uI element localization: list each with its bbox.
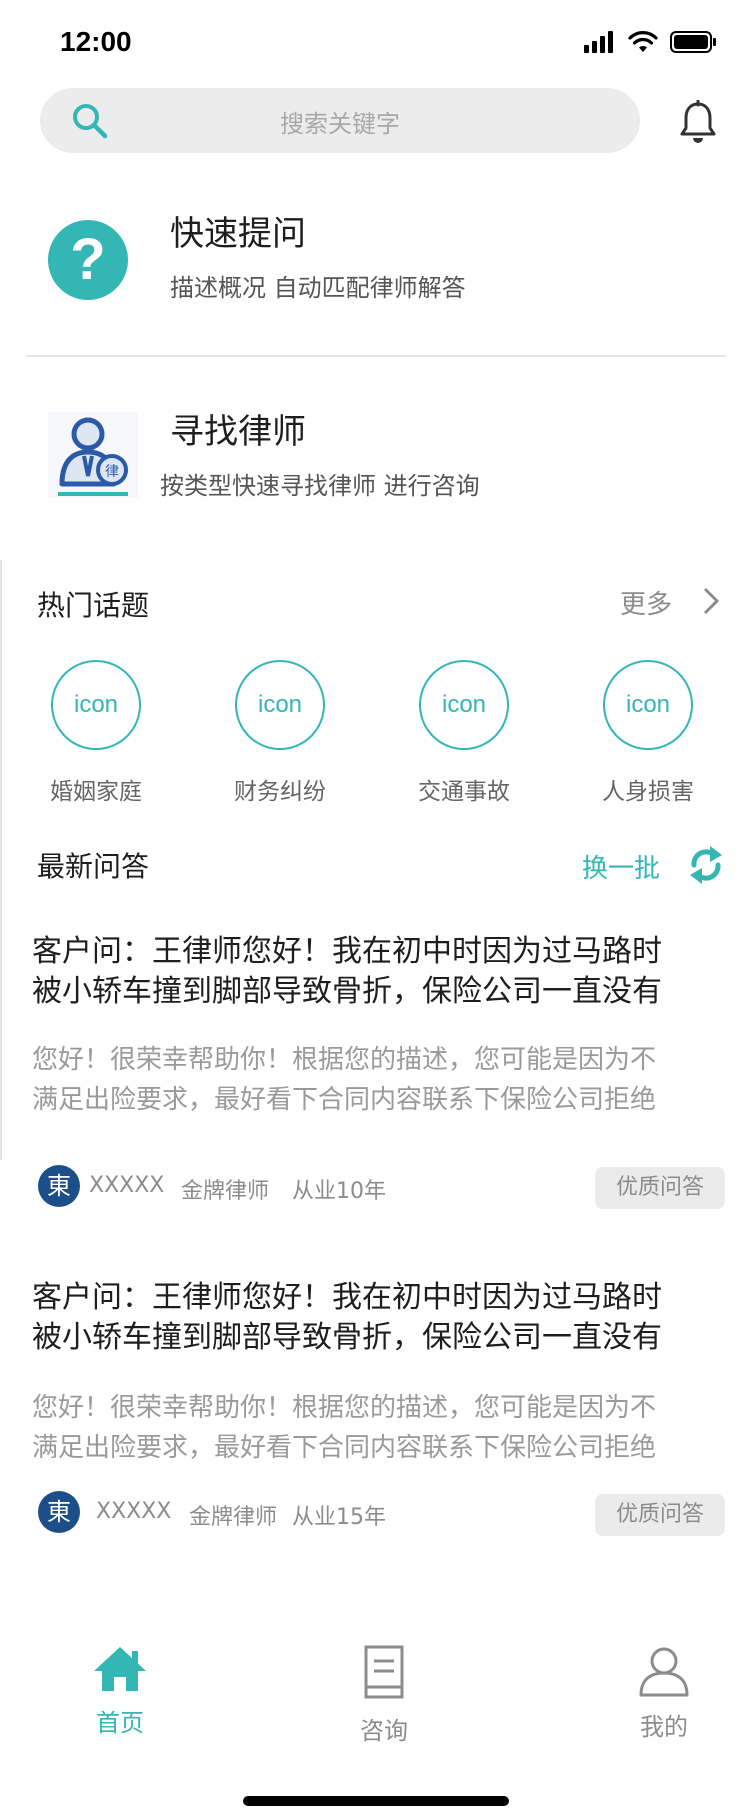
topic-item[interactable]: icon 婚姻家庭 <box>36 660 156 810</box>
qa-question-line: 被小轿车撞到脚部导致骨折，保险公司一直没有 <box>32 974 662 1009</box>
svg-text:律: 律 <box>105 464 119 480</box>
avatar[interactable]: 東 <box>38 1165 80 1207</box>
quick-ask-subtitle: 描述概况 自动匹配律师解答 <box>170 274 466 302</box>
qa-answer-line: 您好！很荣幸帮助你！根据您的描述，您可能是因为不 <box>32 1393 657 1423</box>
wifi-icon <box>628 31 658 52</box>
tab-consult[interactable]: 咨询 <box>324 1645 444 1755</box>
status-badge: 优质问答 <box>595 1167 725 1209</box>
topic-label: 人身损害 <box>602 779 694 805</box>
lawyer-icon[interactable]: 律 <box>48 412 138 498</box>
qa-answer-line: 满足出险要求，最好看下合同内容联系下保险公司拒绝 <box>32 1085 657 1115</box>
qa-question-line: 客户问：王律师您好！我在初中时因为过马路时 <box>32 934 662 969</box>
lawyer-experience: 从业15年 <box>292 1505 386 1530</box>
lawyer-name: XXXXX <box>96 1499 172 1524</box>
tab-mine[interactable]: 我的 <box>604 1645 724 1755</box>
qa-answer: 您好！很荣幸帮助你！根据您的描述，您可能是因为不 满足出险要求，最好看下合同内容… <box>32 1040 718 1120</box>
home-icon <box>94 1647 146 1691</box>
topic-icon[interactable]: icon <box>419 660 509 750</box>
search-placeholder: 搜索关键字 <box>280 110 400 138</box>
qa-question-line: 客户问：王律师您好！我在初中时因为过马路时 <box>32 1280 662 1315</box>
divider <box>26 355 726 357</box>
topic-label: 交通事故 <box>418 779 510 805</box>
topic-item[interactable]: icon 财务纠纷 <box>220 660 340 810</box>
chevron-right-icon[interactable] <box>700 586 722 616</box>
topic-icon[interactable]: icon <box>235 660 325 750</box>
refresh-button[interactable]: 换一批 <box>582 848 660 885</box>
qa-answer-line: 满足出险要求，最好看下合同内容联系下保险公司拒绝 <box>32 1433 657 1463</box>
question-icon[interactable]: ? <box>48 220 128 300</box>
qa-question[interactable]: 客户问：王律师您好！我在初中时因为过马路时 被小轿车撞到脚部导致骨折，保险公司一… <box>32 1278 718 1358</box>
status-icons <box>584 30 716 54</box>
qa-question-line: 被小轿车撞到脚部导致骨折，保险公司一直没有 <box>32 1320 662 1355</box>
lawyer-title: 金牌律师 <box>181 1179 270 1204</box>
avatar[interactable]: 東 <box>38 1491 80 1533</box>
home-indicator[interactable] <box>243 1796 509 1806</box>
tab-label: 我的 <box>640 1713 688 1741</box>
user-icon <box>639 1647 689 1697</box>
status-badge: 优质问答 <box>595 1494 725 1536</box>
bell-icon[interactable] <box>678 100 718 144</box>
quick-ask-title[interactable]: 快速提问 <box>170 206 306 255</box>
lawyer-title: 金牌律师 <box>189 1505 278 1530</box>
topic-item[interactable]: icon 交通事故 <box>404 660 524 810</box>
lawyer-name: XXXXX <box>89 1173 165 1198</box>
refresh-icon[interactable] <box>686 843 726 887</box>
qa-answer: 您好！很荣幸帮助你！根据您的描述，您可能是因为不 满足出险要求，最好看下合同内容… <box>32 1388 718 1468</box>
lawyer-experience: 从业10年 <box>292 1179 386 1204</box>
qa-question[interactable]: 客户问：王律师您好！我在初中时因为过马路时 被小轿车撞到脚部导致骨折，保险公司一… <box>32 932 718 1012</box>
find-lawyer-title[interactable]: 寻找律师 <box>170 404 306 453</box>
topic-item[interactable]: icon 人身损害 <box>588 660 708 810</box>
topic-icon[interactable]: icon <box>51 660 141 750</box>
battery-icon <box>670 31 716 53</box>
signal-icon <box>584 31 613 53</box>
topic-label: 财务纠纷 <box>234 779 326 805</box>
document-icon <box>364 1645 404 1699</box>
topic-label: 婚姻家庭 <box>50 779 142 805</box>
latest-qa-title: 最新问答 <box>37 850 150 883</box>
hot-topics-title: 热门话题 <box>37 589 150 622</box>
find-lawyer-subtitle: 按类型快速寻找律师 进行咨询 <box>160 472 480 500</box>
qa-answer-line: 您好！很荣幸帮助你！根据您的描述，您可能是因为不 <box>32 1045 657 1075</box>
status-time: 12:00 <box>60 26 132 57</box>
tab-label: 咨询 <box>360 1717 408 1745</box>
topic-icon[interactable]: icon <box>603 660 693 750</box>
tab-home[interactable]: 首页 <box>60 1645 180 1755</box>
tab-label: 首页 <box>96 1709 144 1737</box>
left-edge-line <box>0 560 2 1160</box>
more-link[interactable]: 更多 <box>620 584 672 621</box>
